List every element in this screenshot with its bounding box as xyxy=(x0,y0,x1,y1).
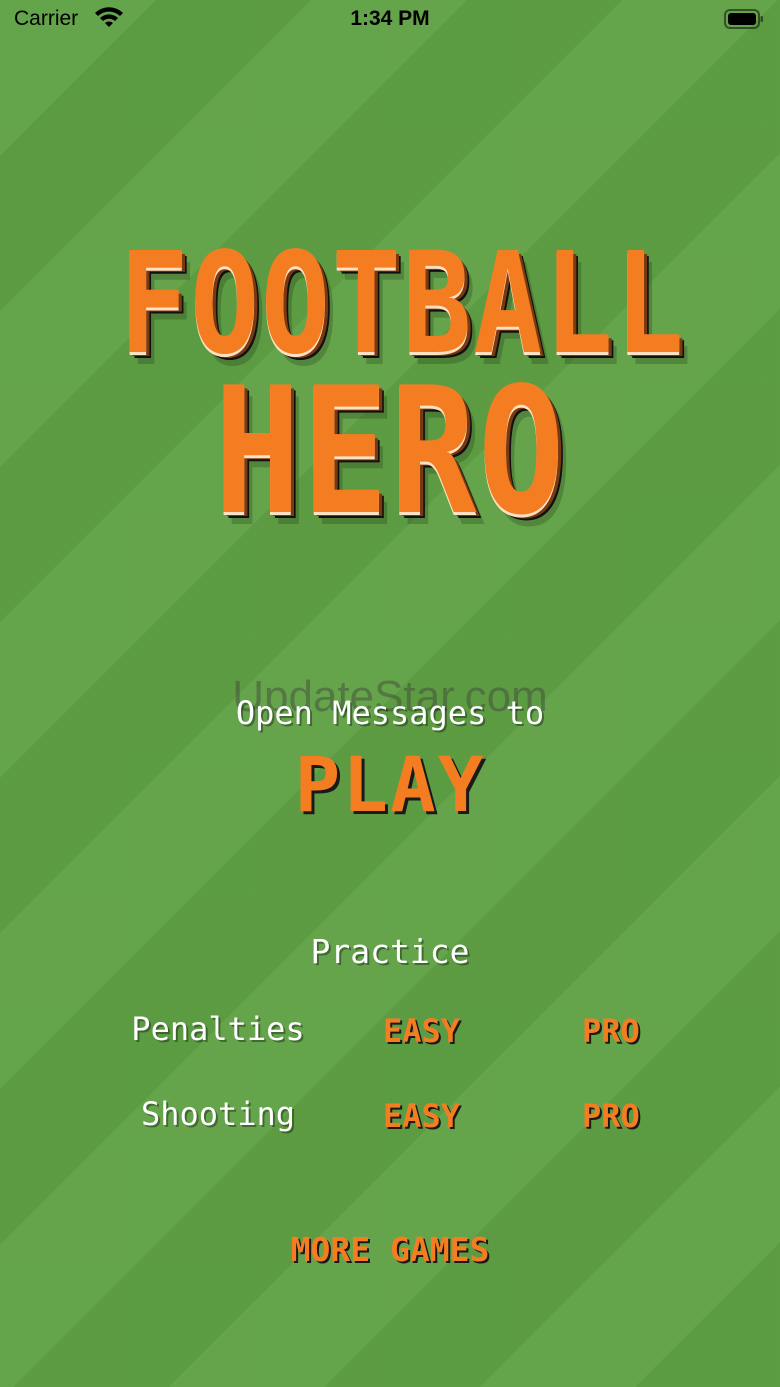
logo-line-2: HERO xyxy=(213,351,567,554)
status-bar: Carrier 1:34 PM xyxy=(0,0,780,40)
penalties-easy-button[interactable]: EASY xyxy=(383,1012,460,1050)
penalties-label: Penalties xyxy=(131,1010,305,1048)
practice-title: Practice xyxy=(310,932,470,971)
more-games-button[interactable]: MORE GAMES xyxy=(0,1230,780,1269)
shooting-label: Shooting xyxy=(140,1095,296,1133)
status-time: 1:34 PM xyxy=(350,7,430,30)
battery-icon xyxy=(724,9,763,29)
open-messages-label: Open Messages to xyxy=(235,694,545,732)
game-logo: FOOTBALL HERO xyxy=(60,235,720,595)
shooting-pro-button[interactable]: PRO xyxy=(582,1097,640,1135)
shooting-easy-button[interactable]: EASY xyxy=(383,1097,460,1135)
penalties-pro-button[interactable]: PRO xyxy=(582,1012,640,1050)
play-button[interactable]: PLAY xyxy=(240,740,540,829)
